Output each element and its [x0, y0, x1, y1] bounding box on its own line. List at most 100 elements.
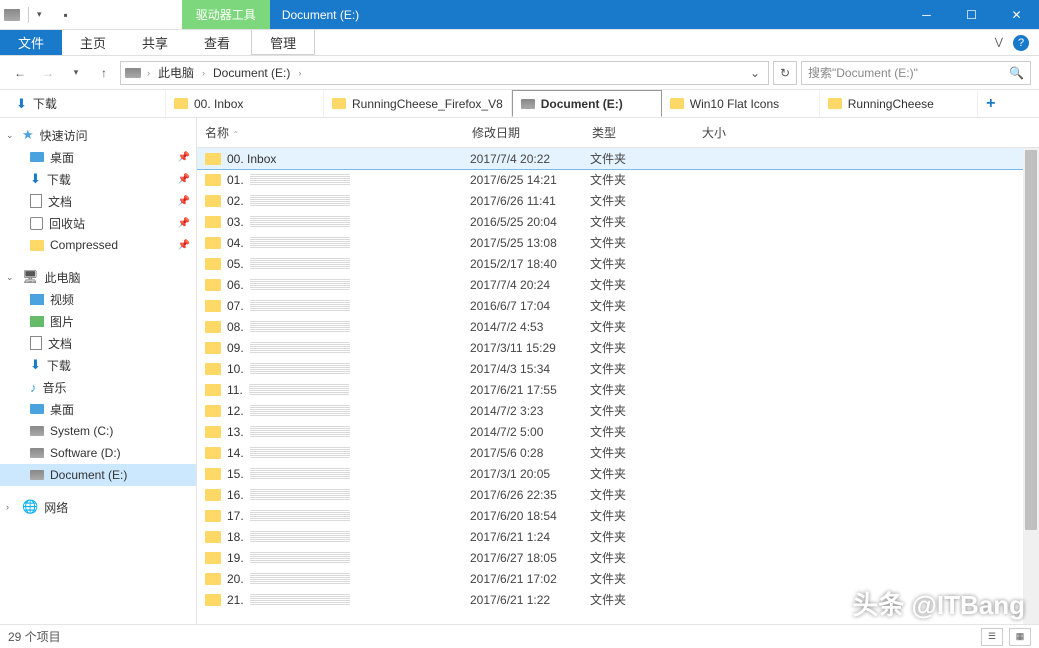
address-bar[interactable]: › 此电脑 › Document (E:) › ⌄	[120, 61, 769, 85]
minimize-button[interactable]: ─	[904, 0, 949, 29]
quick-access-toolbar: ▾ ▪	[0, 0, 72, 29]
details-view-button[interactable]: ☰	[981, 628, 1003, 646]
tree-system-c[interactable]: System (C:)	[0, 420, 196, 442]
file-tab[interactable]: 文件	[0, 30, 62, 55]
file-date: 2016/6/7 17:04	[470, 299, 590, 313]
file-row[interactable]: 14.2017/5/6 0:28文件夹	[197, 442, 1023, 463]
forward-button[interactable]: →	[36, 61, 60, 85]
file-row[interactable]: 12.2014/7/2 3:23文件夹	[197, 400, 1023, 421]
tree-software-d[interactable]: Software (D:)	[0, 442, 196, 464]
status-bar: 29 个项目 ☰ ▦	[0, 624, 1039, 648]
file-row[interactable]: 07.2016/6/7 17:04文件夹	[197, 295, 1023, 316]
tree-desktop2[interactable]: 桌面	[0, 398, 196, 420]
tree-document-e[interactable]: Document (E:)	[0, 464, 196, 486]
file-name: 18.	[227, 530, 470, 544]
tree-downloads2[interactable]: ⬇下载	[0, 354, 196, 376]
file-row[interactable]: 10.2017/4/3 15:34文件夹	[197, 358, 1023, 379]
search-icon[interactable]: 🔍	[1009, 66, 1024, 80]
help-icon[interactable]: ?	[1013, 35, 1029, 51]
file-type: 文件夹	[590, 150, 700, 167]
vertical-scrollbar[interactable]	[1023, 148, 1039, 624]
file-row[interactable]: 11.2017/6/21 17:55文件夹	[197, 379, 1023, 400]
tree-docs[interactable]: 文档	[0, 332, 196, 354]
tree-desktop[interactable]: 桌面📌	[0, 146, 196, 168]
address-dropdown-icon[interactable]: ⌄	[746, 66, 764, 80]
file-date: 2017/5/25 13:08	[470, 236, 590, 250]
location-tab[interactable]: Document (E:)	[512, 90, 662, 117]
file-type: 文件夹	[590, 528, 700, 545]
recent-dropdown-icon[interactable]: ▾	[64, 61, 88, 85]
folder-icon	[205, 195, 221, 207]
file-row[interactable]: 18.2017/6/21 1:24文件夹	[197, 526, 1023, 547]
navigation-tree[interactable]: ⌄★快速访问 桌面📌 ⬇下载📌 文档📌 回收站📌 Compressed📌 ⌄🖥此…	[0, 118, 197, 624]
manage-tab[interactable]: 管理	[251, 30, 315, 55]
share-tab[interactable]: 共享	[124, 30, 186, 55]
breadcrumb-segment[interactable]: Document (E:)	[211, 66, 292, 80]
tree-label: 文档	[48, 335, 72, 352]
contextual-tool-tab[interactable]: 驱动器工具	[182, 0, 270, 29]
refresh-button[interactable]: ↻	[773, 61, 797, 85]
file-row[interactable]: 04.2017/5/25 13:08文件夹	[197, 232, 1023, 253]
icons-view-button[interactable]: ▦	[1009, 628, 1031, 646]
chevron-right-icon[interactable]: ›	[296, 68, 303, 78]
tree-quick-access[interactable]: ⌄★快速访问	[0, 124, 196, 146]
column-date[interactable]: 修改日期	[464, 124, 584, 141]
file-row[interactable]: 20.2017/6/21 17:02文件夹	[197, 568, 1023, 589]
tree-video[interactable]: 视频	[0, 288, 196, 310]
chevron-right-icon[interactable]: ›	[145, 68, 152, 78]
file-row[interactable]: 16.2017/6/26 22:35文件夹	[197, 484, 1023, 505]
location-tab[interactable]: RunningCheese_Firefox_V8	[324, 90, 512, 117]
tree-pictures[interactable]: 图片	[0, 310, 196, 332]
file-row[interactable]: 09.2017/3/11 15:29文件夹	[197, 337, 1023, 358]
file-row[interactable]: 19.2017/6/27 18:05文件夹	[197, 547, 1023, 568]
file-type: 文件夹	[590, 171, 700, 188]
folder-icon	[205, 216, 221, 228]
folder-icon	[205, 426, 221, 438]
tree-label: 回收站	[49, 215, 85, 232]
ribbon-collapse-icon[interactable]: ⋁	[995, 37, 1003, 48]
search-input[interactable]: 搜索"Document (E:)" 🔍	[801, 61, 1031, 85]
file-row[interactable]: 02.2017/6/26 11:41文件夹	[197, 190, 1023, 211]
file-row[interactable]: 17.2017/6/20 18:54文件夹	[197, 505, 1023, 526]
tree-music[interactable]: ♪音乐	[0, 376, 196, 398]
up-button[interactable]: ↑	[92, 61, 116, 85]
add-tab-button[interactable]: +	[978, 90, 1004, 117]
file-row[interactable]: 00. Inbox2017/7/4 20:22文件夹	[197, 148, 1023, 169]
file-row[interactable]: 21.2017/6/21 1:22文件夹	[197, 589, 1023, 610]
file-list[interactable]: 00. Inbox2017/7/4 20:22文件夹01.2017/6/25 1…	[197, 148, 1023, 624]
maximize-button[interactable]: ☐	[949, 0, 994, 29]
tree-recycle[interactable]: 回收站📌	[0, 212, 196, 234]
location-tab[interactable]: RunningCheese	[820, 90, 978, 117]
blurred-text	[249, 384, 349, 395]
view-tab[interactable]: 查看	[186, 30, 248, 55]
scrollbar-thumb[interactable]	[1025, 150, 1037, 530]
home-tab[interactable]: 主页	[62, 30, 124, 55]
breadcrumb-segment[interactable]: 此电脑	[156, 64, 196, 81]
file-row[interactable]: 13.2014/7/2 5:00文件夹	[197, 421, 1023, 442]
location-tab[interactable]: ⬇下载	[8, 90, 166, 117]
file-row[interactable]: 05.2015/2/17 18:40文件夹	[197, 253, 1023, 274]
file-row[interactable]: 03.2016/5/25 20:04文件夹	[197, 211, 1023, 232]
tree-this-pc[interactable]: ⌄🖥此电脑	[0, 266, 196, 288]
location-tab[interactable]: 00. Inbox	[166, 90, 324, 117]
folder-icon	[205, 573, 221, 585]
column-name[interactable]: 名称 ⌃	[197, 124, 464, 141]
file-type: 文件夹	[590, 213, 700, 230]
file-row[interactable]: 01.2017/6/25 14:21文件夹	[197, 169, 1023, 190]
tree-documents[interactable]: 文档📌	[0, 190, 196, 212]
column-size[interactable]: 大小	[694, 124, 774, 141]
tree-compressed[interactable]: Compressed📌	[0, 234, 196, 256]
location-tab[interactable]: Win10 Flat Icons	[662, 90, 820, 117]
file-row[interactable]: 15.2017/3/1 20:05文件夹	[197, 463, 1023, 484]
tree-network[interactable]: ›🌐网络	[0, 496, 196, 518]
file-row[interactable]: 08.2014/7/2 4:53文件夹	[197, 316, 1023, 337]
chevron-right-icon[interactable]: ›	[200, 68, 207, 78]
tree-downloads[interactable]: ⬇下载📌	[0, 168, 196, 190]
qat-dropdown-icon[interactable]: ▾	[37, 9, 42, 20]
column-type[interactable]: 类型	[584, 124, 694, 141]
file-row[interactable]: 06.2017/7/4 20:24文件夹	[197, 274, 1023, 295]
file-date: 2017/6/25 14:21	[470, 173, 590, 187]
back-button[interactable]: ←	[8, 61, 32, 85]
folder-icon	[205, 279, 221, 291]
close-button[interactable]: ✕	[994, 0, 1039, 29]
